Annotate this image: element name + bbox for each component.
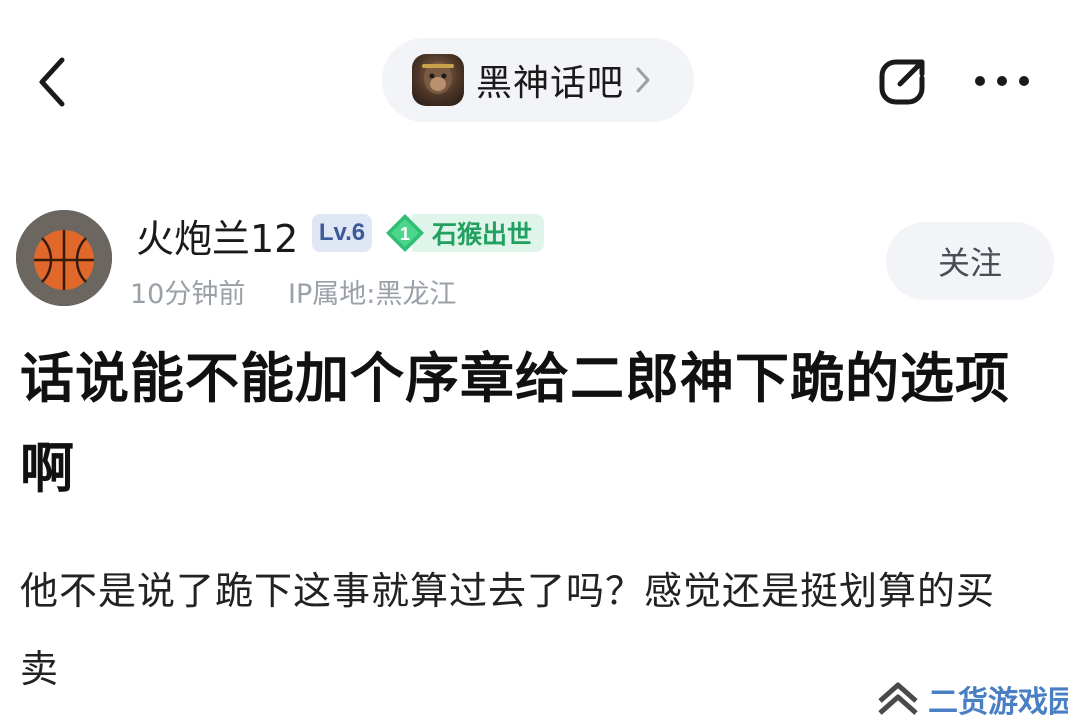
forum-link[interactable]: 黑神话吧 [382,38,694,122]
honor-title-badge: 石猴出世 1 [384,212,550,254]
ip-location: IP属地:黑龙江 [288,279,457,310]
more-options-button[interactable] [972,66,1032,96]
back-button[interactable] [28,52,78,112]
share-icon [879,59,925,105]
more-dots-icon [975,76,1029,86]
forum-avatar [412,54,464,106]
forum-name: 黑神话吧 [476,63,625,104]
gem-icon: 1 [386,214,424,252]
share-button[interactable] [874,52,932,110]
level-badge: Lv.6 [312,214,372,252]
chevron-left-icon [39,57,65,107]
post-time: 10分钟前 [130,279,246,310]
author-avatar[interactable] [16,210,112,306]
author-name[interactable]: 火炮兰12 [136,208,298,263]
watermark-logo-icon [878,682,918,715]
watermark-text: 二货游戏园 [928,685,1068,720]
chevron-right-icon [636,67,650,93]
honor-title-label: 石猴出世 [412,214,545,252]
post-title: 话说能不能加个序章给二郎神下跪的选项啊 [20,347,1010,500]
basketball-icon [16,210,112,306]
watermark: 二货游戏园 [874,676,1068,722]
post-page: 黑神话吧 火炮兰12 Lv.6 石猴出世 1 10分钟前 IP属地:黑龙江 关注… [0,0,1068,725]
follow-button[interactable]: 关注 [886,222,1054,300]
svg-text:1: 1 [400,224,410,244]
